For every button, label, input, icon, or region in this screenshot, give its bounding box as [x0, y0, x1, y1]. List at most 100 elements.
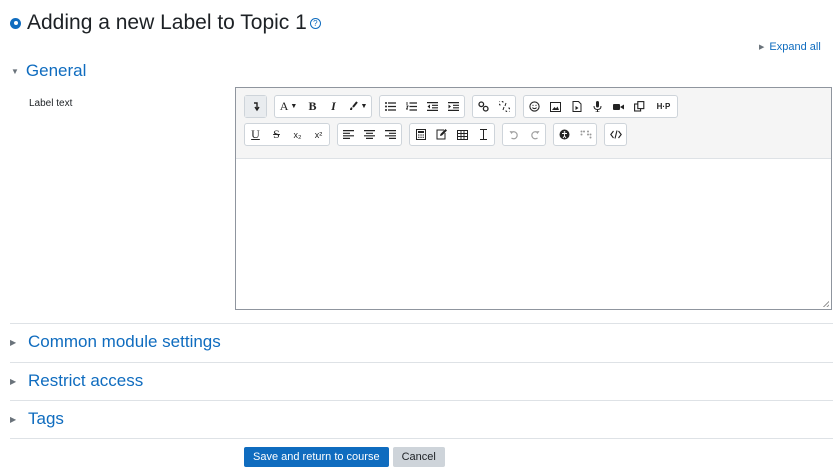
insert-h5p-button[interactable]: H·P: [650, 96, 677, 117]
accessibility-icon: [559, 129, 570, 140]
editor-toolbar: A ▼ B I ▼ H·P U S x₂ x²: [236, 88, 831, 159]
unlink-button[interactable]: [494, 96, 515, 117]
indent-icon: [448, 102, 459, 111]
accessibility-checker-button[interactable]: [554, 124, 575, 145]
emoji-button[interactable]: [524, 96, 545, 117]
text-cursor-icon: [480, 129, 487, 140]
toolbar-group-history: [502, 123, 546, 146]
section-general-title: General: [25, 61, 87, 80]
save-and-return-button[interactable]: Save and return to course: [244, 447, 389, 467]
edit-square-icon: [436, 129, 447, 140]
section-general-header[interactable]: ▼ General: [11, 61, 86, 81]
toolbar-group-insert: [409, 123, 495, 146]
caret-right-icon: ▶: [759, 44, 765, 51]
link-button[interactable]: [473, 96, 494, 117]
caret-down-icon: ▼: [11, 66, 19, 76]
toolbar-group-collapse: [244, 95, 267, 118]
record-audio-button[interactable]: [587, 96, 608, 117]
outdent-icon: [427, 102, 438, 111]
caret-right-icon: ▶: [10, 337, 17, 347]
toolbar-group-lists: [379, 95, 465, 118]
toolbar-group-source: [604, 123, 627, 146]
section-tags[interactable]: ▶ Tags: [10, 400, 833, 437]
subscript-button[interactable]: x₂: [287, 124, 308, 145]
table-button[interactable]: [452, 124, 473, 145]
copy-files-icon: [634, 101, 645, 112]
table-icon: [457, 129, 468, 140]
cancel-button[interactable]: Cancel: [392, 447, 445, 467]
strikethrough-button[interactable]: S: [266, 124, 287, 145]
bold-label: B: [308, 99, 317, 113]
html-source-button[interactable]: [605, 124, 626, 145]
toolbar-row-2: U S x₂ x²: [244, 123, 831, 147]
toolbar-group-media: H·P: [523, 95, 678, 118]
redo-button[interactable]: [524, 124, 545, 145]
undo-icon: [509, 130, 518, 139]
ordered-list-button[interactable]: [401, 96, 422, 117]
screen-reader-helper-button[interactable]: [575, 124, 596, 145]
unlink-icon: [499, 101, 510, 112]
label-text-field-label: Label text: [29, 98, 73, 109]
clear-formatting-button[interactable]: [473, 124, 494, 145]
align-center-icon: [364, 130, 375, 139]
section-tags-title: Tags: [28, 409, 64, 428]
italic-button[interactable]: I: [323, 96, 344, 117]
caret-right-icon: ▶: [10, 414, 17, 424]
align-right-button[interactable]: [380, 124, 401, 145]
manage-files-button[interactable]: [629, 96, 650, 117]
section-common-module-settings-title: Common module settings: [28, 332, 221, 351]
toggle-arrow-icon: [253, 101, 260, 111]
label-text-editor: A ▼ B I ▼ H·P U S x₂ x²: [235, 87, 832, 310]
section-divider: [10, 438, 833, 439]
editor-content-area[interactable]: [236, 159, 831, 309]
superscript-label: x²: [314, 129, 323, 140]
expand-all-link[interactable]: ▶ Expand all: [759, 41, 821, 53]
toolbar-toggle-button[interactable]: [245, 96, 266, 117]
align-left-button[interactable]: [338, 124, 359, 145]
toolbar-group-style: A ▼ B I ▼: [274, 95, 372, 118]
align-center-button[interactable]: [359, 124, 380, 145]
link-icon: [478, 101, 489, 112]
undo-button[interactable]: [503, 124, 524, 145]
brush-icon: [349, 101, 358, 110]
outdent-button[interactable]: [422, 96, 443, 117]
bullet-list-icon: [385, 102, 396, 111]
toolbar-row-1: A ▼ B I ▼ H·P: [244, 95, 831, 119]
indent-button[interactable]: [443, 96, 464, 117]
microphone-icon: [593, 101, 602, 112]
superscript-button[interactable]: x²: [308, 124, 329, 145]
underline-button[interactable]: U: [245, 124, 266, 145]
record-video-button[interactable]: [608, 96, 629, 117]
strikethrough-label: S: [273, 127, 280, 141]
font-style-label: A: [279, 99, 289, 113]
bold-button[interactable]: B: [302, 96, 323, 117]
h5p-label: H·P: [656, 102, 671, 111]
section-restrict-access-title: Restrict access: [28, 371, 144, 390]
section-common-module-settings[interactable]: ▶ Common module settings: [10, 323, 833, 360]
caret-right-icon: ▶: [10, 376, 17, 386]
align-right-icon: [385, 130, 396, 139]
unordered-list-button[interactable]: [380, 96, 401, 117]
toolbar-group-access: [553, 123, 597, 146]
resize-grip-icon[interactable]: [822, 300, 829, 307]
numbered-list-icon: [406, 102, 417, 111]
page-title-text: Adding a new Label to Topic 1: [27, 11, 307, 34]
text-color-button[interactable]: ▼: [344, 96, 371, 117]
insert-media-button[interactable]: [566, 96, 587, 117]
page-title: Adding a new Label to Topic 1?: [27, 11, 321, 35]
underline-label: U: [251, 127, 260, 141]
equation-editor-button[interactable]: [410, 124, 431, 145]
subscript-label: x₂: [293, 129, 302, 140]
italic-label: I: [331, 99, 336, 113]
toolbar-group-format: U S x₂ x²: [244, 123, 330, 146]
redo-icon: [530, 130, 539, 139]
font-style-button[interactable]: A ▼: [275, 96, 302, 117]
image-icon: [550, 101, 561, 112]
video-camera-icon: [613, 103, 624, 110]
braille-icon: [580, 130, 591, 139]
section-restrict-access[interactable]: ▶ Restrict access: [10, 362, 833, 399]
help-icon[interactable]: ?: [309, 18, 321, 29]
expand-all-label: Expand all: [769, 41, 821, 53]
edit-html-button[interactable]: [431, 124, 452, 145]
insert-image-button[interactable]: [545, 96, 566, 117]
